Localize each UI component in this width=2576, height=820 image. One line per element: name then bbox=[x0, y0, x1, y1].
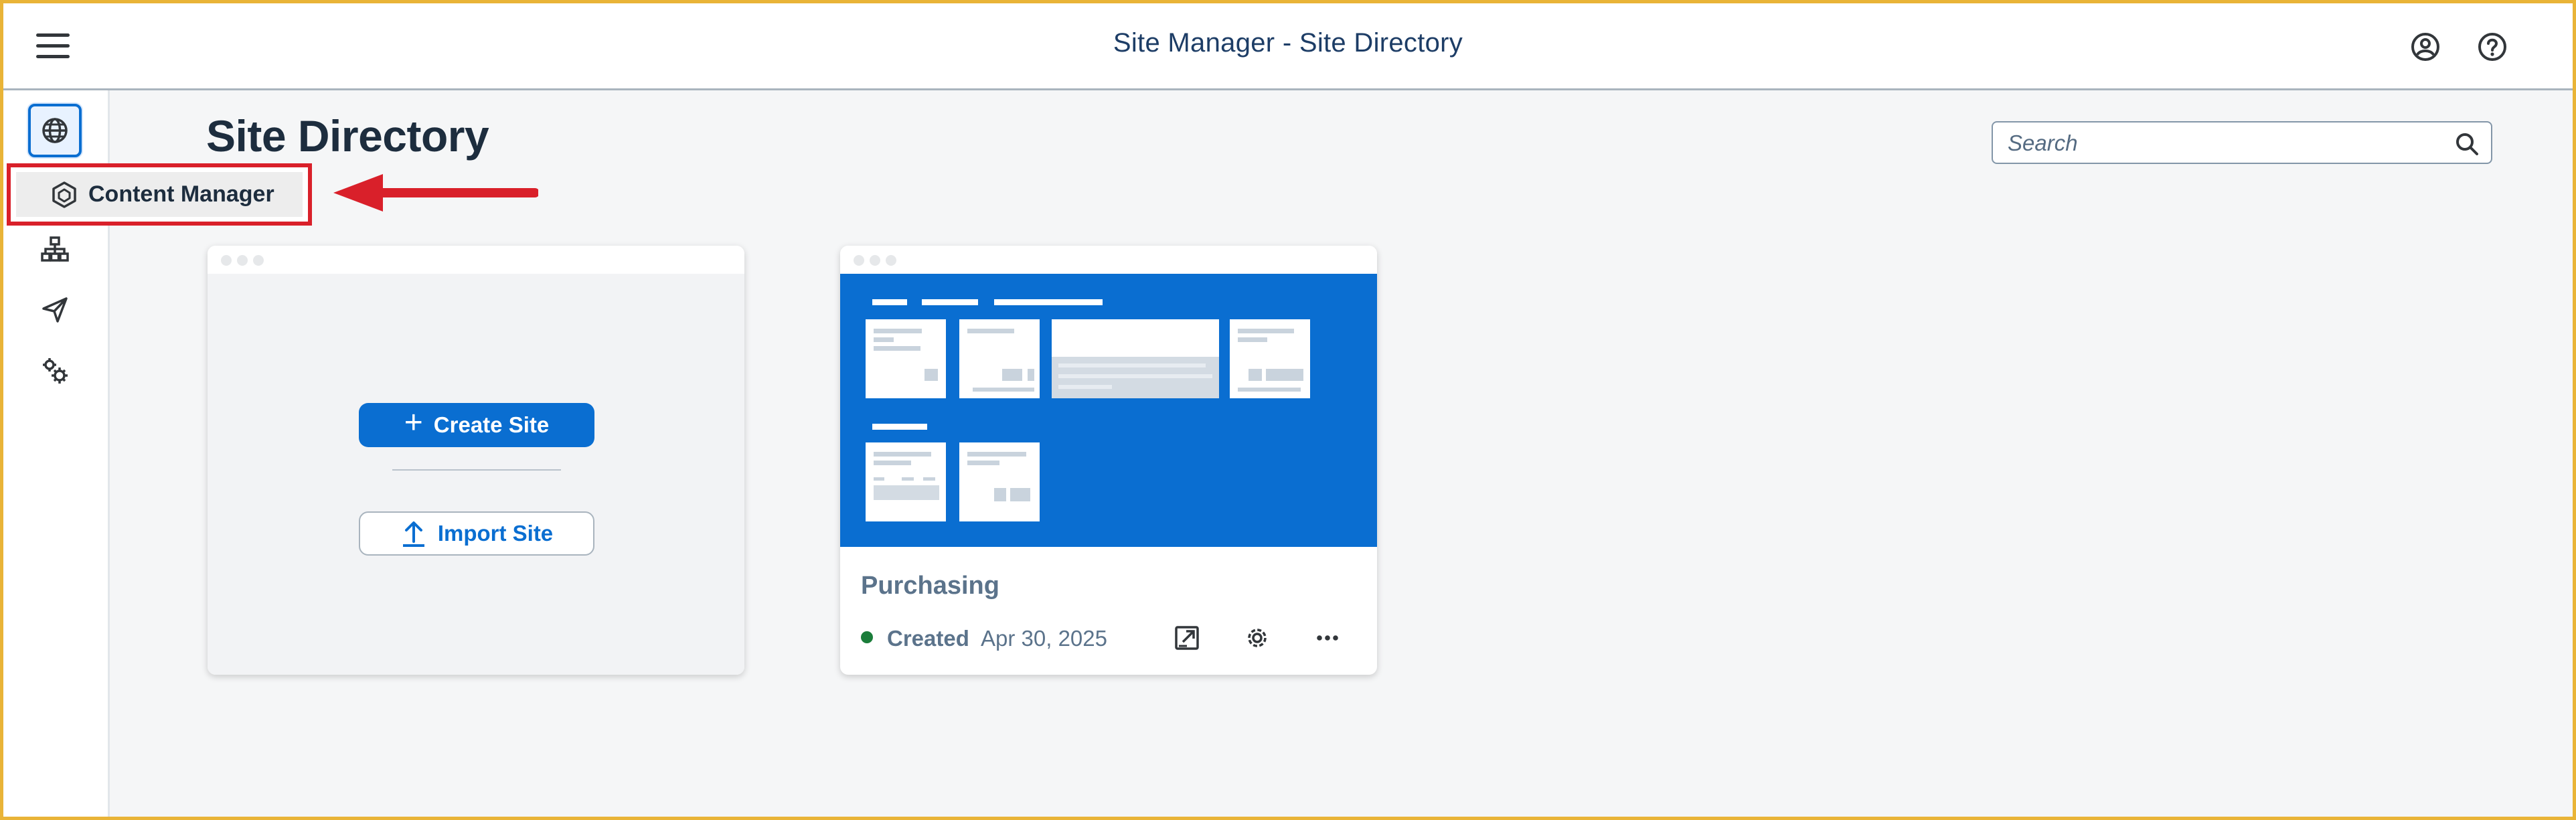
red-arrow-annotation bbox=[333, 174, 538, 212]
card-window-chrome bbox=[840, 246, 1377, 274]
sidebar-item-settings[interactable] bbox=[28, 344, 82, 398]
content-manager-label: Content Manager bbox=[88, 181, 274, 207]
search-icon[interactable] bbox=[2453, 131, 2480, 157]
divider bbox=[392, 469, 561, 471]
shell-header: Site Manager - Site Directory bbox=[0, 0, 2576, 90]
search-field bbox=[1992, 121, 2492, 164]
help-icon[interactable] bbox=[2476, 30, 2509, 64]
site-thumbnail bbox=[840, 274, 1377, 547]
sidebar-item-site-directory[interactable] bbox=[28, 104, 82, 157]
site-settings-icon[interactable] bbox=[1242, 623, 1273, 653]
search-input[interactable] bbox=[2006, 129, 2437, 157]
more-options-icon[interactable] bbox=[1312, 623, 1343, 653]
sidebar-item-provider-manager[interactable] bbox=[28, 223, 82, 276]
content-manager-highlight: Content Manager bbox=[7, 163, 312, 226]
send-icon bbox=[42, 297, 68, 323]
site-card-purchasing[interactable]: Purchasing Created Apr 30, 2025 bbox=[840, 246, 1377, 675]
card-window-chrome bbox=[208, 246, 744, 274]
status-date: Apr 30, 2025 bbox=[981, 626, 1107, 651]
import-site-label: Import Site bbox=[437, 521, 554, 546]
user-profile-icon[interactable] bbox=[2409, 30, 2442, 64]
app-title: Site Manager - Site Directory bbox=[1113, 28, 1463, 58]
plus-icon: + bbox=[404, 405, 423, 440]
page-title: Site Directory bbox=[206, 111, 489, 161]
create-site-card: + Create Site Import Site bbox=[208, 246, 744, 675]
status-dot bbox=[861, 631, 873, 643]
upload-icon bbox=[402, 521, 424, 547]
import-site-button[interactable]: Import Site bbox=[359, 511, 594, 556]
create-site-label: Create Site bbox=[433, 412, 550, 437]
settings-gears-icon bbox=[43, 358, 68, 384]
open-site-icon[interactable] bbox=[1172, 623, 1202, 653]
content-manager-icon bbox=[50, 180, 79, 210]
sidebar-item-content-manager[interactable]: Content Manager bbox=[16, 172, 303, 217]
site-name[interactable]: Purchasing bbox=[861, 572, 999, 600]
create-site-area bbox=[208, 274, 744, 675]
globe-icon bbox=[42, 118, 68, 143]
create-site-button[interactable]: + Create Site bbox=[359, 403, 594, 447]
status-label: Created bbox=[887, 626, 969, 651]
sidebar-item-channel-manager[interactable] bbox=[28, 283, 82, 337]
sitemap-icon bbox=[41, 236, 69, 262]
